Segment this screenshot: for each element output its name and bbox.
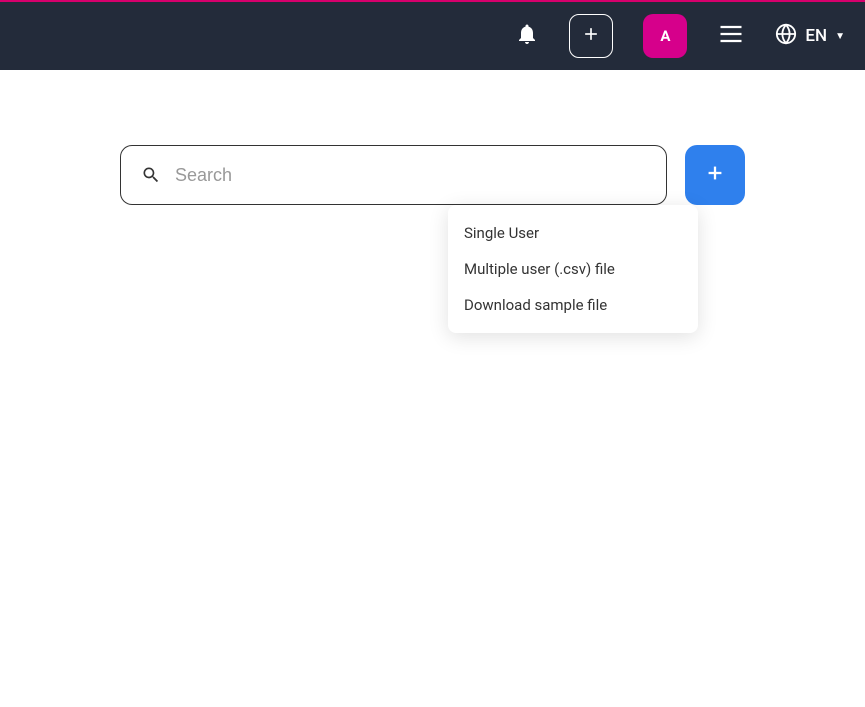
- main-content: Single User Multiple user (.csv) file Do…: [0, 70, 865, 205]
- search-row: [120, 145, 745, 205]
- language-selector[interactable]: EN ▼: [775, 23, 845, 49]
- add-user-button[interactable]: [685, 145, 745, 205]
- search-icon: [141, 165, 161, 185]
- hamburger-menu-button[interactable]: [717, 20, 745, 52]
- chevron-down-icon: ▼: [835, 31, 845, 42]
- bell-icon: [515, 22, 539, 50]
- app-header: A EN ▼: [0, 2, 865, 70]
- dropdown-item-single-user[interactable]: Single User: [448, 215, 698, 251]
- hamburger-icon: [717, 20, 745, 52]
- header-add-button[interactable]: [569, 14, 613, 58]
- search-input[interactable]: [175, 165, 646, 186]
- search-container[interactable]: [120, 145, 667, 205]
- dropdown-item-download-sample[interactable]: Download sample file: [448, 287, 698, 323]
- plus-icon: [704, 162, 726, 188]
- add-dropdown-menu: Single User Multiple user (.csv) file Do…: [448, 205, 698, 333]
- language-label: EN: [805, 26, 827, 46]
- dropdown-item-multiple-csv[interactable]: Multiple user (.csv) file: [448, 251, 698, 287]
- plus-icon: [581, 24, 601, 48]
- user-avatar[interactable]: A: [643, 14, 687, 58]
- notification-button[interactable]: [515, 22, 539, 50]
- avatar-letter: A: [660, 27, 670, 45]
- globe-icon: [775, 23, 797, 49]
